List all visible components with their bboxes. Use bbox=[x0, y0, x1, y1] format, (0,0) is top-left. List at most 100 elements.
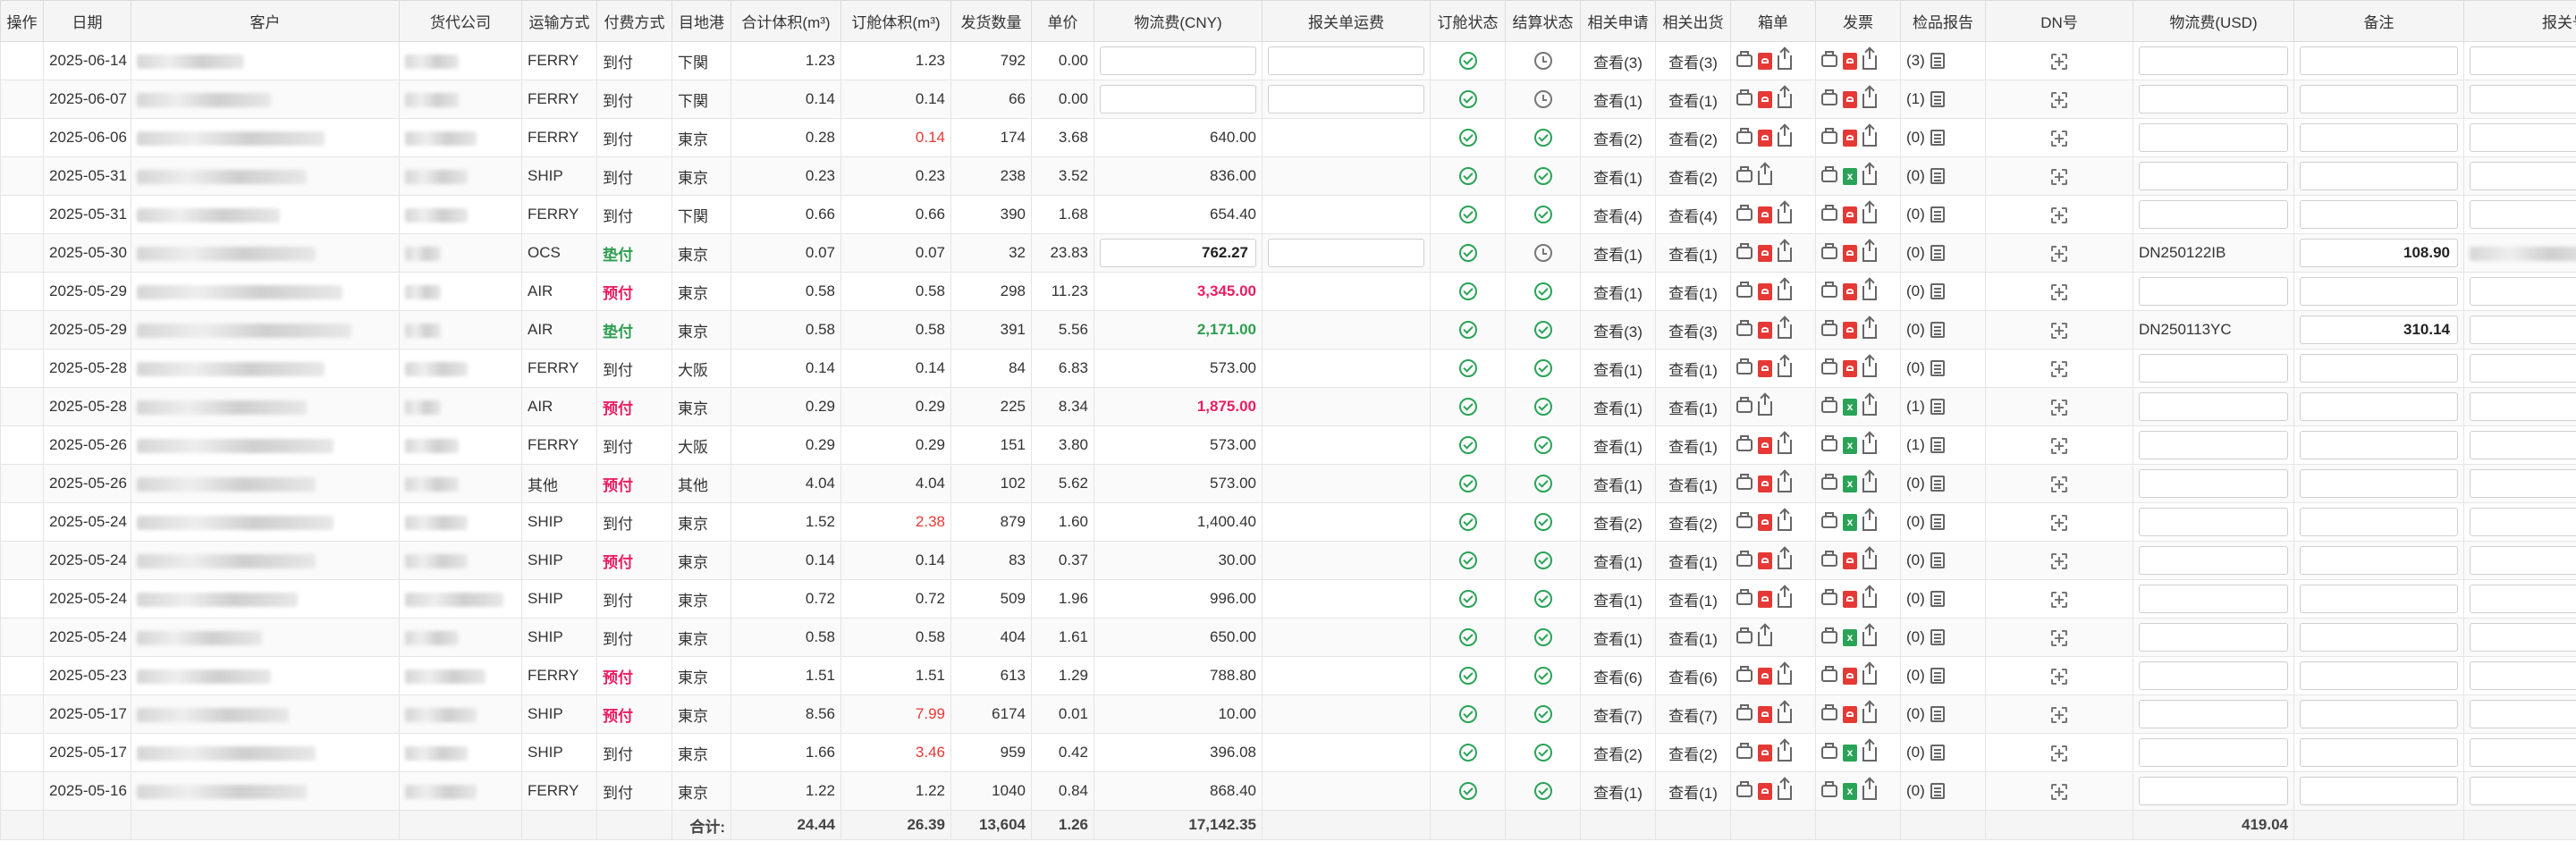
upload-icon[interactable] bbox=[1758, 626, 1772, 646]
upload-icon[interactable] bbox=[1862, 395, 1877, 416]
print-icon[interactable] bbox=[1821, 320, 1837, 336]
print-icon[interactable] bbox=[1821, 781, 1837, 797]
pdf-icon[interactable] bbox=[1758, 475, 1772, 492]
pdf-icon[interactable] bbox=[1843, 206, 1857, 223]
related-application-link[interactable]: 查看(1) bbox=[1580, 464, 1656, 503]
remark-input[interactable] bbox=[2470, 392, 2576, 421]
print-icon[interactable] bbox=[1821, 551, 1837, 567]
document-icon[interactable] bbox=[1930, 130, 1945, 146]
print-icon[interactable] bbox=[1736, 435, 1753, 451]
upload-icon[interactable] bbox=[1758, 164, 1772, 185]
pdf-icon[interactable] bbox=[1843, 667, 1857, 685]
excel-icon[interactable]: x bbox=[1843, 167, 1857, 185]
upload-icon[interactable] bbox=[1778, 433, 1792, 454]
remark-input[interactable] bbox=[2470, 469, 2576, 498]
row-action-cell[interactable] bbox=[0, 156, 44, 196]
document-icon[interactable] bbox=[1930, 53, 1945, 69]
upload-icon[interactable] bbox=[1862, 241, 1877, 262]
pdf-icon[interactable] bbox=[1758, 782, 1772, 800]
related-shipment-link[interactable]: 查看(1) bbox=[1655, 541, 1731, 580]
pdf-icon[interactable] bbox=[1843, 705, 1857, 723]
print-icon[interactable] bbox=[1736, 589, 1753, 605]
related-shipment-link[interactable]: 查看(1) bbox=[1655, 464, 1731, 503]
scan-icon[interactable] bbox=[2051, 168, 2067, 185]
scan-icon[interactable] bbox=[2051, 53, 2067, 70]
scan-icon[interactable] bbox=[2051, 130, 2067, 147]
print-icon[interactable] bbox=[1736, 166, 1753, 182]
related-application-link[interactable]: 查看(1) bbox=[1580, 579, 1656, 619]
dn-number-input[interactable] bbox=[2139, 585, 2288, 613]
remark-input[interactable] bbox=[2470, 162, 2576, 190]
related-application-link[interactable]: 查看(1) bbox=[1580, 233, 1656, 273]
document-icon[interactable] bbox=[1930, 283, 1945, 299]
pdf-icon[interactable] bbox=[1758, 90, 1772, 108]
logistics-usd-input[interactable] bbox=[2300, 623, 2458, 652]
upload-icon[interactable] bbox=[1778, 280, 1792, 300]
remark-input[interactable] bbox=[2470, 85, 2576, 114]
row-action-cell[interactable] bbox=[0, 656, 44, 695]
pdf-icon[interactable] bbox=[1758, 513, 1772, 531]
related-shipment-link[interactable]: 查看(1) bbox=[1655, 425, 1731, 465]
print-icon[interactable] bbox=[1736, 51, 1753, 67]
upload-icon[interactable] bbox=[1862, 433, 1877, 454]
print-icon[interactable] bbox=[1736, 243, 1753, 259]
related-shipment-link[interactable]: 查看(1) bbox=[1655, 771, 1731, 811]
pdf-icon[interactable] bbox=[1843, 551, 1857, 569]
upload-icon[interactable] bbox=[1862, 472, 1877, 492]
document-icon[interactable] bbox=[1930, 322, 1945, 338]
scan-icon[interactable] bbox=[2051, 245, 2067, 262]
row-action-cell[interactable] bbox=[0, 195, 44, 234]
print-icon[interactable] bbox=[1736, 205, 1753, 221]
print-icon[interactable] bbox=[1736, 320, 1753, 336]
related-shipment-link[interactable]: 查看(2) bbox=[1655, 156, 1731, 196]
logistics-usd-input[interactable] bbox=[2300, 431, 2458, 459]
upload-icon[interactable] bbox=[1778, 779, 1792, 800]
related-application-link[interactable]: 查看(1) bbox=[1580, 349, 1656, 388]
related-shipment-link[interactable]: 查看(6) bbox=[1655, 656, 1731, 695]
logistics-usd-input[interactable]: 310.14 bbox=[2300, 316, 2458, 344]
pdf-icon[interactable] bbox=[1758, 321, 1772, 339]
upload-icon[interactable] bbox=[1778, 587, 1792, 608]
print-icon[interactable] bbox=[1821, 474, 1837, 490]
related-shipment-link[interactable]: 查看(2) bbox=[1655, 118, 1731, 157]
scan-icon[interactable] bbox=[2051, 514, 2067, 531]
pdf-icon[interactable] bbox=[1843, 244, 1857, 262]
pdf-icon[interactable] bbox=[1843, 321, 1857, 339]
upload-icon[interactable] bbox=[1862, 126, 1877, 147]
document-icon[interactable] bbox=[1930, 206, 1945, 223]
print-icon[interactable] bbox=[1736, 358, 1753, 375]
remark-input[interactable] bbox=[2470, 354, 2576, 383]
pdf-icon[interactable] bbox=[1758, 52, 1772, 70]
document-icon[interactable] bbox=[1930, 168, 1945, 184]
print-icon[interactable] bbox=[1736, 627, 1753, 644]
logistics-cny-input[interactable]: 762.27 bbox=[1100, 239, 1256, 267]
scan-icon[interactable] bbox=[2051, 360, 2067, 377]
remark-input[interactable] bbox=[2470, 46, 2576, 75]
scan-icon[interactable] bbox=[2051, 322, 2067, 339]
print-icon[interactable] bbox=[1736, 128, 1753, 144]
upload-icon[interactable] bbox=[1778, 88, 1792, 108]
document-icon[interactable] bbox=[1930, 629, 1945, 645]
remark-input[interactable] bbox=[2470, 200, 2576, 229]
logistics-usd-input[interactable] bbox=[2300, 277, 2458, 306]
upload-icon[interactable] bbox=[1778, 241, 1792, 262]
scan-icon[interactable] bbox=[2051, 591, 2067, 608]
upload-icon[interactable] bbox=[1862, 510, 1877, 531]
scan-icon[interactable] bbox=[2051, 283, 2067, 300]
related-shipment-link[interactable]: 查看(4) bbox=[1655, 195, 1731, 234]
related-shipment-link[interactable]: 查看(2) bbox=[1655, 733, 1731, 772]
logistics-usd-input[interactable] bbox=[2300, 546, 2458, 575]
document-icon[interactable] bbox=[1930, 552, 1945, 568]
remark-input[interactable] bbox=[2470, 700, 2576, 728]
related-application-link[interactable]: 查看(3) bbox=[1580, 41, 1656, 80]
dn-number-input[interactable] bbox=[2139, 123, 2288, 152]
related-application-link[interactable]: 查看(1) bbox=[1580, 80, 1656, 119]
upload-icon[interactable] bbox=[1862, 203, 1877, 223]
logistics-usd-input[interactable] bbox=[2300, 123, 2458, 152]
upload-icon[interactable] bbox=[1862, 164, 1877, 185]
print-icon[interactable] bbox=[1821, 51, 1837, 67]
document-icon[interactable] bbox=[1930, 668, 1945, 684]
pdf-icon[interactable] bbox=[1758, 551, 1772, 569]
pdf-icon[interactable] bbox=[1758, 590, 1772, 608]
scan-icon[interactable] bbox=[2051, 668, 2067, 685]
